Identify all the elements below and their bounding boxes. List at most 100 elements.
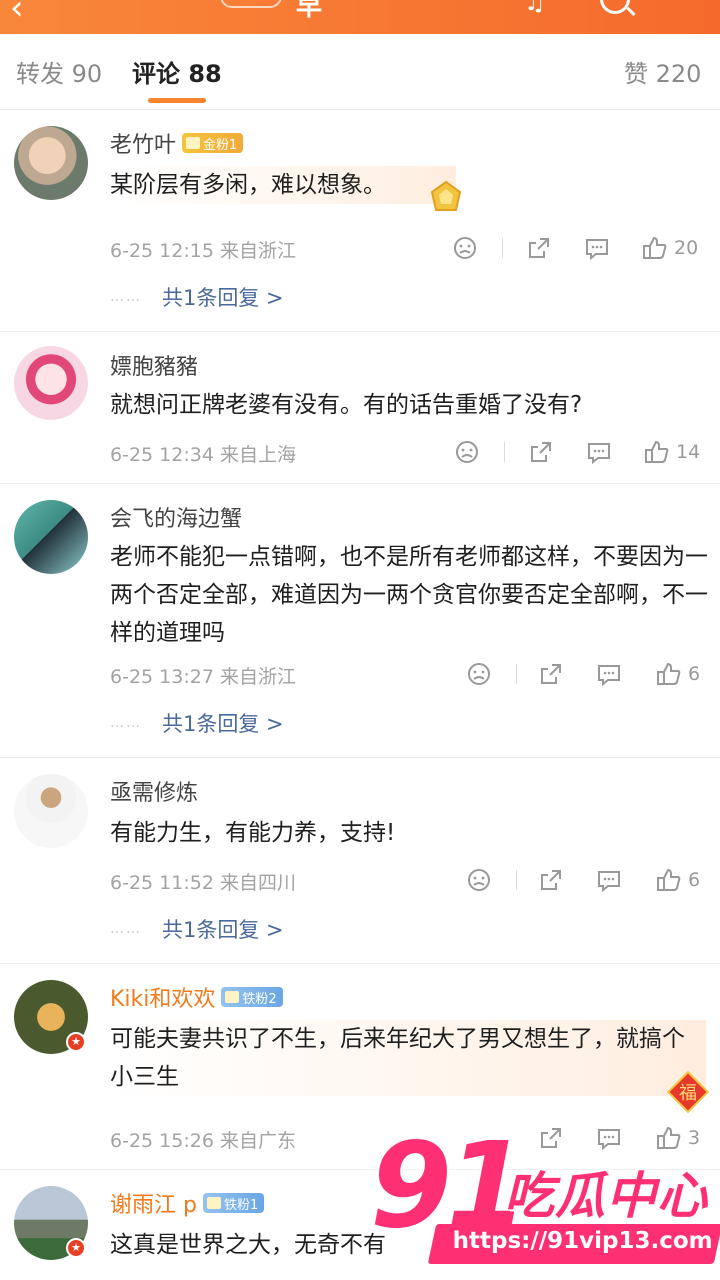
comment-author-row: Kiki和欢欢 铁粉2 xyxy=(110,982,283,1012)
fan-badge[interactable]: 铁粉2 xyxy=(221,987,283,1007)
watermark-url-banner: https://91vip13.com xyxy=(427,1224,720,1264)
comment-item: 会飞的海边蟹 老师不能犯一点错啊，也不是所有老师都这样，不要因为一两个否定全部，… xyxy=(0,484,720,758)
crown-icon xyxy=(186,137,201,149)
comment-item: 老竹叶 金粉1 某阶层有多闲，难以想象。 6-25 12:15 来自浙江 20 … xyxy=(0,110,720,332)
divider xyxy=(504,442,505,462)
comment-icon[interactable] xyxy=(586,438,612,466)
reply-link[interactable]: …… 共1条回复 > xyxy=(110,708,284,738)
tab-comments[interactable]: 评论 88 xyxy=(132,54,222,89)
like-count: 20 xyxy=(674,237,699,259)
verified-badge-icon: ★ xyxy=(66,1032,86,1052)
crown-icon xyxy=(225,991,240,1003)
comment-text: 老师不能犯一点错啊，也不是所有老师都这样，不要因为一两个否定全部，难道因为一两个… xyxy=(110,544,708,646)
comment-meta-row: 6-25 13:27 来自浙江 6 xyxy=(110,660,710,690)
like-count: 6 xyxy=(688,663,701,685)
dislike-icon[interactable] xyxy=(454,438,480,466)
title-pill-icon xyxy=(220,0,282,8)
comment-author[interactable]: 谢雨江 p xyxy=(110,1187,197,1219)
comment-item: 嫖胞豬豬 就想问正牌老婆有没有。有的话告重婚了没有? 6-25 12:34 来自… xyxy=(0,332,720,484)
thumb-up-icon xyxy=(657,868,681,891)
fan-badge[interactable]: 金粉1 xyxy=(182,133,244,153)
comment-author[interactable]: 老竹叶 xyxy=(110,127,176,159)
reply-count-link[interactable]: 共1条回复 > xyxy=(162,914,284,944)
dislike-icon[interactable] xyxy=(452,234,478,262)
comment-author[interactable]: 嫖胞豬豬 xyxy=(110,349,198,381)
avatar[interactable]: ★ xyxy=(14,980,88,1054)
reply-link[interactable]: …… 共1条回复 > xyxy=(110,914,284,944)
comment-author-row: 会飞的海边蟹 xyxy=(110,502,242,532)
avatar[interactable] xyxy=(14,346,88,420)
fan-badge[interactable]: 铁粉1 xyxy=(202,1193,265,1213)
watermark-url: https://91vip13.com xyxy=(452,1228,713,1254)
fan-badge-label: 铁粉1 xyxy=(223,1197,259,1213)
comment-item: 亟需修炼 有能力生，有能力养，支持! 6-25 11:52 来自四川 6 …… … xyxy=(0,758,720,964)
header-title: 早 xyxy=(296,0,325,22)
thumb-up-icon xyxy=(657,662,681,685)
back-icon[interactable]: ‹ xyxy=(10,0,24,28)
divider xyxy=(502,238,503,258)
reply-count-link[interactable]: 共1条回复 > xyxy=(162,282,284,312)
share-icon[interactable] xyxy=(526,234,552,262)
comment-time-location: 6-25 15:26 来自广东 xyxy=(110,1130,296,1152)
crown-icon xyxy=(206,1197,221,1209)
reply-count-link[interactable]: 共1条回复 > xyxy=(162,708,284,738)
reply-dots: …… xyxy=(110,715,142,731)
search-icon[interactable] xyxy=(600,0,630,14)
watermark-title: 吃瓜中心 xyxy=(504,1167,708,1225)
mic-icon[interactable]: ♫ xyxy=(524,0,546,16)
divider xyxy=(516,664,517,684)
comment-meta-row: 6-25 11:52 来自四川 6 xyxy=(110,866,710,896)
comment-meta-row: 6-25 12:15 来自浙江 20 xyxy=(110,234,710,264)
share-icon[interactable] xyxy=(538,866,564,894)
comment-author-row: 谢雨江 p 铁粉1 xyxy=(110,1187,265,1219)
like-count: 14 xyxy=(676,441,701,463)
avatar[interactable] xyxy=(14,774,88,848)
comment-author[interactable]: 会飞的海边蟹 xyxy=(110,501,242,533)
avatar[interactable]: ★ xyxy=(14,1186,88,1260)
reply-dots: …… xyxy=(110,289,142,305)
comment-text: 就想问正牌老婆有没有。有的话告重婚了没有? xyxy=(110,392,583,418)
comment-author-row: 老竹叶 金粉1 xyxy=(110,127,244,159)
like-button[interactable]: 20 xyxy=(642,234,698,262)
comment-icon[interactable] xyxy=(596,660,622,688)
divider xyxy=(516,870,517,890)
comment-author-row: 亟需修炼 xyxy=(110,776,198,806)
comment-time-location: 6-25 12:15 来自浙江 xyxy=(110,240,296,262)
dislike-icon[interactable] xyxy=(466,660,492,688)
share-icon[interactable] xyxy=(538,660,564,688)
comment-author-row: 嫖胞豬豬 xyxy=(110,350,198,380)
gem-decoration-icon xyxy=(430,180,462,211)
comment-icon[interactable] xyxy=(596,866,622,894)
like-button[interactable]: 14 xyxy=(644,438,700,466)
comment-text: 有能力生，有能力养，支持! xyxy=(110,820,396,846)
avatar[interactable] xyxy=(14,500,88,574)
tab-bar: 转发 90 评论 88 赞 220 xyxy=(0,34,720,110)
dislike-icon[interactable] xyxy=(466,866,492,894)
comment-time-location: 6-25 11:52 来自四川 xyxy=(110,872,296,894)
tab-likes[interactable]: 赞 220 xyxy=(624,54,701,89)
comment-time-location: 6-25 12:34 来自上海 xyxy=(110,444,296,466)
tab-reposts[interactable]: 转发 90 xyxy=(16,54,102,89)
reply-link[interactable]: …… 共1条回复 > xyxy=(110,282,284,312)
reply-dots: …… xyxy=(110,921,142,937)
active-tab-indicator xyxy=(148,98,206,103)
comment-text: 可能夫妻共识了不生，后来年纪大了男又想生了，就搞个小三生 xyxy=(110,1020,706,1096)
comment-text: 某阶层有多闲，难以想象。 xyxy=(110,166,456,204)
comment-author[interactable]: Kiki和欢欢 xyxy=(110,981,215,1013)
share-icon[interactable] xyxy=(528,438,554,466)
like-count: 6 xyxy=(688,869,701,891)
comment-icon[interactable] xyxy=(584,234,610,262)
avatar[interactable] xyxy=(14,126,88,200)
verified-badge-icon: ★ xyxy=(66,1238,86,1258)
thumb-up-icon xyxy=(643,236,667,259)
comment-author[interactable]: 亟需修炼 xyxy=(110,775,198,807)
fu-decoration-icon: 福 xyxy=(666,1070,710,1114)
svg-text:福: 福 xyxy=(679,1083,697,1104)
top-bar: ‹ 早 ♫ xyxy=(0,0,720,34)
comment-time-location: 6-25 13:27 来自浙江 xyxy=(110,666,296,688)
fan-badge-label: 金粉1 xyxy=(203,137,238,153)
like-button[interactable]: 6 xyxy=(656,866,700,894)
comment-meta-row: 6-25 12:34 来自上海 14 xyxy=(110,438,710,468)
watermark-logo: 91 吃瓜中心 https://91vip13.com xyxy=(366,1120,720,1280)
like-button[interactable]: 6 xyxy=(656,660,700,688)
